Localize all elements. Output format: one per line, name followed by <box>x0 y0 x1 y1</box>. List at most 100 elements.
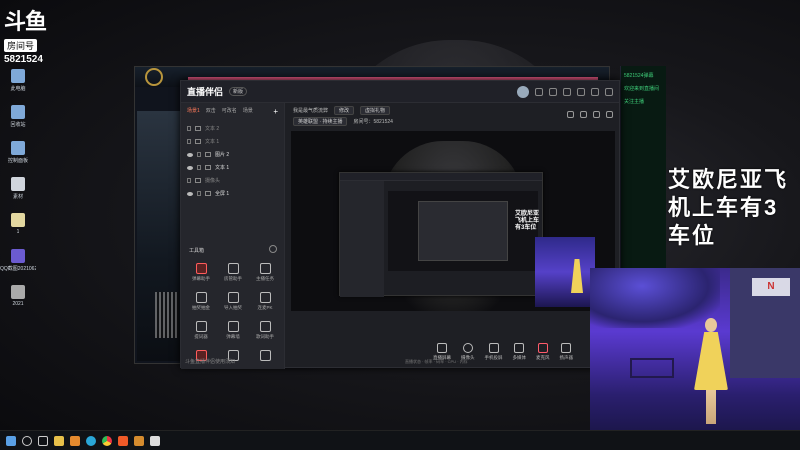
overlay-caption: 艾欧尼亚飞机上车有3车位 <box>668 167 789 248</box>
douyu-watermark: 斗鱼 房间号 5821524 <box>4 4 56 65</box>
speaker-button[interactable]: 扬声器 <box>560 343 573 361</box>
tool-room-admin[interactable]: 房管助手 <box>217 263 249 282</box>
media-button[interactable]: 多媒体 <box>513 343 526 361</box>
desktop-icons: 此电脑 回收站 控制面板 素材 1 QQ截图20210622... 2021 <box>0 66 36 318</box>
street-sign: N <box>752 278 790 296</box>
room-number: 房间号：5821524 <box>353 119 393 125</box>
image-icon <box>205 152 211 157</box>
close-icon[interactable] <box>605 87 613 96</box>
lock-icon[interactable] <box>187 139 191 144</box>
folder-icon[interactable] <box>54 435 64 446</box>
windows-icon[interactable] <box>6 435 16 446</box>
text-icon <box>205 165 211 170</box>
layer-item[interactable]: 文本 1 <box>181 135 284 148</box>
stream-title[interactable]: 我是最气质流弊 <box>293 107 328 114</box>
minimize-icon[interactable] <box>577 87 585 96</box>
tab-double-click[interactable]: 双击 <box>206 107 216 116</box>
desktop-icon-recycle[interactable]: 回收站 <box>0 102 36 136</box>
tool-prompter[interactable]: 提词器 <box>185 321 217 340</box>
menu-icon[interactable] <box>563 87 571 96</box>
edit-title-button[interactable]: 修改 <box>334 106 355 115</box>
desktop-icon-qq-shot[interactable]: QQ截图20210622... <box>0 246 36 280</box>
layer-item[interactable]: 摄像头 <box>181 174 284 187</box>
main-area: 我是最气质流弊 修改 虚拟礼物 英雄联盟 · 持续主播 房间号：5821524 <box>285 103 619 367</box>
layer-item[interactable]: 文本 2 <box>181 122 284 135</box>
gift-icon <box>195 292 207 303</box>
skin-icon[interactable] <box>549 87 557 96</box>
chat-line: 关注主播 <box>624 99 645 105</box>
chrome-icon[interactable] <box>102 435 112 446</box>
search-icon[interactable] <box>22 435 32 446</box>
download-icon <box>227 292 239 303</box>
camera-icon <box>195 178 201 183</box>
tab-scene-1[interactable]: 场景1 <box>187 107 200 116</box>
desktop-icon-2021[interactable]: 2021 <box>0 282 36 316</box>
nested-caption: 艾欧尼亚飞机上车有3车位 <box>515 211 540 231</box>
app-icon[interactable] <box>150 435 160 446</box>
taskbar <box>0 430 800 450</box>
obs-icon[interactable] <box>134 435 144 446</box>
chat-line: 欢迎来到直播间 <box>624 86 660 92</box>
screen-icon <box>205 191 211 196</box>
tool-pk[interactable]: 连麦PK <box>249 292 281 311</box>
control-panel-icon <box>11 141 25 155</box>
version-badge[interactable]: 新版 <box>229 87 248 96</box>
tab-rename[interactable]: 可改名 <box>222 107 237 116</box>
image-icon <box>11 285 25 299</box>
lock-icon[interactable] <box>187 126 191 131</box>
image-icon <box>11 249 25 263</box>
usage-notice-link[interactable]: 斗鱼直播伴侣使用须知 <box>185 358 235 365</box>
tab-scene[interactable]: 场景 <box>243 107 253 116</box>
toolbox-grid: 弹幕助手 房管助手 主播任务 抽奖抽金 导入抽奖 连麦PK 提词器 弹幕墙 歌词… <box>185 263 281 363</box>
text-icon <box>195 139 201 144</box>
dancer <box>694 318 728 428</box>
share-icon[interactable] <box>606 111 613 118</box>
maximize-icon[interactable] <box>591 87 599 96</box>
phone-cast-button[interactable]: 手机投屏 <box>485 343 503 361</box>
street-video: N <box>590 268 800 450</box>
wall-icon <box>227 321 239 332</box>
speaker-icon <box>561 343 572 353</box>
layer-item[interactable]: 图片 2 <box>181 148 284 161</box>
tool-import[interactable]: 导入抽奖 <box>217 292 249 311</box>
eye-icon[interactable] <box>187 165 193 170</box>
eye-icon[interactable] <box>187 152 193 157</box>
settings-icon[interactable] <box>593 111 600 118</box>
desktop-icon-1[interactable]: 1 <box>0 210 36 244</box>
watermark-room-label: 房间号 <box>4 39 38 52</box>
desktop-icon-computer[interactable]: 此电脑 <box>0 66 36 100</box>
douyu-icon[interactable] <box>118 435 128 446</box>
lock-icon[interactable] <box>197 191 201 196</box>
tool-danmu[interactable]: 弹幕助手 <box>185 263 217 282</box>
desktop-icon-material[interactable]: 素材 <box>0 174 36 208</box>
microphone-button[interactable]: 麦克风 <box>536 343 550 361</box>
admin-icon <box>227 263 239 274</box>
tool-lottery[interactable]: 抽奖抽金 <box>185 292 217 311</box>
app-icon[interactable] <box>70 435 80 446</box>
toolbox-settings-icon[interactable] <box>269 245 277 253</box>
tool-extra[interactable] <box>249 350 281 363</box>
tool-lyrics[interactable]: 歌词助手 <box>249 321 281 340</box>
lock-icon[interactable] <box>187 178 191 183</box>
add-scene-icon[interactable]: + <box>273 107 278 116</box>
message-icon[interactable] <box>535 87 543 96</box>
file-icon <box>11 177 25 191</box>
avatar[interactable] <box>517 85 529 98</box>
category-select[interactable]: 英雄联盟 · 持续主播 <box>293 117 348 126</box>
task-icon <box>259 263 271 274</box>
desktop-icon-control[interactable]: 控制面板 <box>0 138 36 172</box>
music-icon <box>259 321 271 332</box>
danmu-icon <box>195 263 207 274</box>
edge-icon[interactable] <box>86 435 96 446</box>
tool-task[interactable]: 主播任务 <box>249 263 281 282</box>
virtual-gift-button[interactable]: 虚拟礼物 <box>360 106 391 115</box>
layer-item[interactable]: 文本 1 <box>181 161 284 174</box>
tool-danmu-wall[interactable]: 弹幕墙 <box>217 321 249 340</box>
chart-icon[interactable] <box>580 111 587 118</box>
gift-icon[interactable] <box>567 111 574 118</box>
task-view-icon[interactable] <box>38 435 48 446</box>
lock-icon[interactable] <box>197 165 201 170</box>
eye-icon[interactable] <box>187 191 193 196</box>
lock-icon[interactable] <box>197 152 201 157</box>
layer-item[interactable]: 全屏 1 <box>181 187 284 200</box>
